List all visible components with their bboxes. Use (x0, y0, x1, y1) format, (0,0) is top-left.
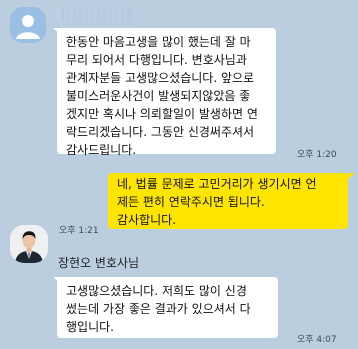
message-time: 오후 4:07 (297, 335, 337, 345)
lawyer-profile-avatar[interactable] (10, 225, 48, 263)
message-line: 무리 되어서 다행입니다. 변호사님과 (66, 53, 247, 67)
sender-name-blurred (58, 8, 130, 22)
message-line: 고생많으셨습니다. 저희도 많이 신경 (66, 284, 247, 298)
message-line: 불미스러운사건이 발생되지않았음 좋 (66, 89, 251, 103)
message-time: 오후 1:21 (59, 226, 99, 236)
message-line: 감사합니다. (117, 213, 177, 227)
chat-room: 한동안 마음고생을 많이 했는데 잘 마 무리 되어서 다행입니다. 변호사님과… (0, 0, 358, 349)
message-line: 겠지만 혹시나 의뢰할일이 발생하면 연 (66, 107, 258, 121)
message-line: 락드리겠습니다. 그동안 신경써주셔서 (66, 125, 255, 139)
message-bubble-sent[interactable]: 네, 법률 문제로 고민거리가 생기시면 언 제든 편히 연락주시면 됩니다. … (108, 173, 348, 229)
message-line: 네, 법률 문제로 고민거리가 생기시면 언 (117, 177, 317, 191)
message-line: 한동안 마음고생을 많이 했는데 잘 마 (66, 35, 251, 49)
sender-name: 장현오 변호사님 (58, 256, 140, 270)
bubble-tail (348, 173, 355, 179)
message-line: 썼는데 가장 좋은 결과가 있으셔서 다 (66, 302, 251, 316)
message-bubble-received[interactable]: 고생많으셨습니다. 저희도 많이 신경 썼는데 가장 좋은 결과가 있으셔서 다… (57, 277, 278, 338)
default-profile-avatar-icon[interactable] (10, 7, 46, 43)
message-time: 오후 1:20 (297, 150, 337, 160)
message-bubble-received[interactable]: 한동안 마음고생을 많이 했는데 잘 마 무리 되어서 다행입니다. 변호사님과… (57, 28, 276, 157)
message-line: 관계자분들 고생많으셨습니다. 앞으로 (66, 71, 255, 85)
message-line: 제든 편히 연락주시면 됩니다. (117, 195, 265, 209)
message-line: 감사드립니다. (66, 143, 137, 157)
message-line: 행입니다. (66, 320, 114, 334)
